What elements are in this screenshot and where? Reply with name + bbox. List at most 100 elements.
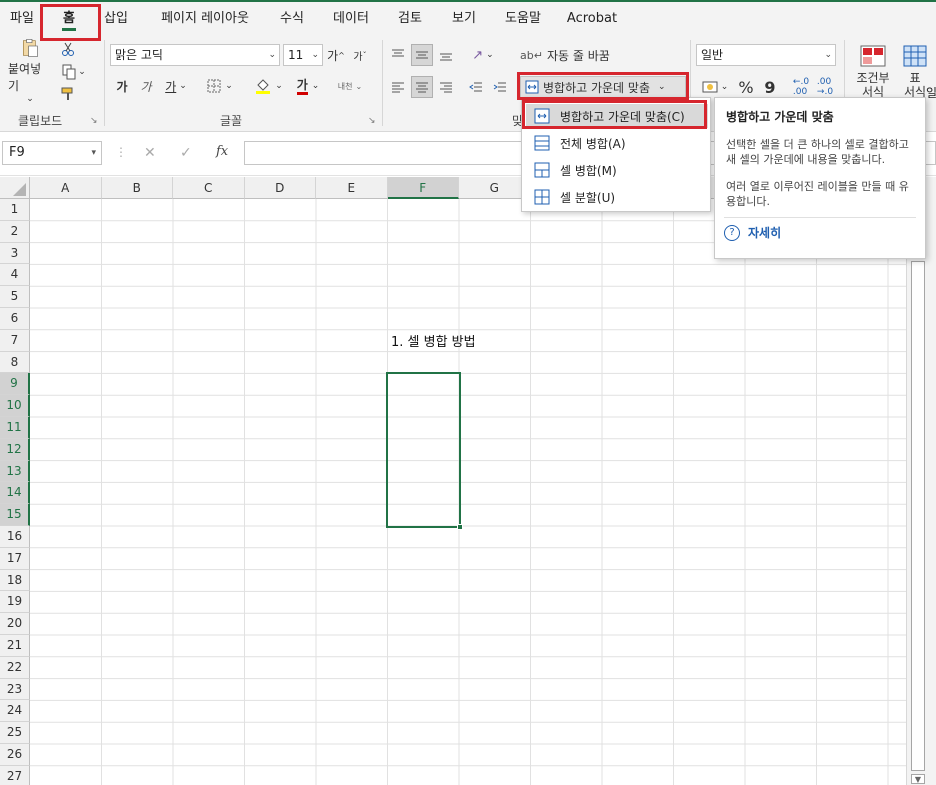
- align-middle-icon[interactable]: [411, 44, 433, 66]
- row-header-3[interactable]: 3: [0, 242, 30, 265]
- row-header-27[interactable]: 27: [0, 765, 30, 785]
- align-left-icon[interactable]: [388, 76, 408, 98]
- row-header-9[interactable]: 9: [0, 373, 30, 396]
- row-header-16[interactable]: 16: [0, 526, 30, 548]
- row-header-14[interactable]: 14: [0, 482, 30, 505]
- row-header-24[interactable]: 24: [0, 700, 30, 723]
- row-header-23[interactable]: 23: [0, 678, 30, 701]
- formula-bar-grip-icon: ⋮: [115, 145, 127, 159]
- menu-item-merge-cells[interactable]: 셀 병합(M): [526, 158, 708, 182]
- row-header-6[interactable]: 6: [0, 308, 30, 330]
- merge-center-button[interactable]: 병합하고 가운데 맞춤 ⌄: [520, 76, 686, 98]
- align-center-icon[interactable]: [411, 76, 433, 98]
- column-header-g[interactable]: G: [459, 177, 531, 199]
- scroll-down-icon[interactable]: ▼: [911, 774, 925, 784]
- comma-style-button[interactable]: 9: [760, 76, 780, 98]
- row-header-15[interactable]: 15: [0, 504, 30, 526]
- cut-icon[interactable]: [58, 40, 78, 58]
- borders-button[interactable]: ⌄: [202, 74, 238, 98]
- tab-formulas[interactable]: 수식: [272, 8, 312, 30]
- column-header-c[interactable]: C: [173, 177, 245, 199]
- tab-data[interactable]: 데이터: [326, 8, 376, 30]
- tooltip-more-link[interactable]: ? 자세히: [724, 217, 916, 241]
- vertical-scrollbar[interactable]: ▼: [906, 177, 936, 785]
- row-header-20[interactable]: 20: [0, 613, 30, 635]
- cancel-icon[interactable]: ✕: [144, 145, 156, 161]
- merge-center-label: 병합하고 가운데 맞춤: [543, 80, 650, 95]
- bold-button[interactable]: 가: [112, 74, 132, 98]
- font-launcher-icon[interactable]: ↘: [368, 116, 376, 126]
- row-header-10[interactable]: 10: [0, 395, 30, 417]
- align-top-icon[interactable]: [388, 44, 408, 66]
- font-color-button[interactable]: 가 ⌄: [290, 74, 326, 98]
- cell-f7[interactable]: 1. 셀 병합 방법: [391, 331, 476, 350]
- underline-button[interactable]: 가 ⌄: [160, 74, 192, 98]
- row-header-18[interactable]: 18: [0, 569, 30, 592]
- tab-insert[interactable]: 삽입: [98, 8, 134, 30]
- row-header-13[interactable]: 13: [0, 460, 30, 483]
- decrease-decimal-icon[interactable]: .00 →.0: [814, 76, 836, 98]
- column-header-e[interactable]: E: [316, 177, 388, 199]
- column-header-b[interactable]: B: [101, 177, 173, 199]
- column-header-f[interactable]: F: [387, 177, 459, 199]
- tab-review[interactable]: 검토: [390, 8, 430, 30]
- select-all-button[interactable]: [0, 177, 30, 199]
- row-header-11[interactable]: 11: [0, 417, 30, 439]
- row-header-8[interactable]: 8: [0, 351, 30, 374]
- row-header-21[interactable]: 21: [0, 635, 30, 657]
- menu-item-merge-across[interactable]: 전체 병합(A): [526, 131, 708, 155]
- fill-handle[interactable]: [457, 524, 463, 530]
- align-bottom-icon[interactable]: [436, 44, 456, 66]
- worksheet-grid[interactable]: ABCDEFGHIJKLM 12345678910111213141516171…: [0, 177, 936, 785]
- clipboard-launcher-icon[interactable]: ↘: [90, 116, 98, 126]
- row-header-7[interactable]: 7: [0, 329, 30, 352]
- format-painter-icon[interactable]: [58, 84, 78, 104]
- percent-button[interactable]: %: [736, 76, 756, 98]
- column-header-d[interactable]: D: [244, 177, 316, 199]
- number-format-value: 일반: [701, 48, 724, 62]
- selection-range[interactable]: [386, 372, 461, 528]
- row-header-1[interactable]: 1: [0, 199, 30, 221]
- fill-color-button[interactable]: ⌄: [250, 74, 288, 98]
- shrink-font-button[interactable]: 가ˇ: [350, 44, 370, 66]
- increase-indent-icon[interactable]: [490, 76, 510, 98]
- name-box[interactable]: F9 ▾: [2, 141, 102, 165]
- column-header-a[interactable]: A: [30, 177, 102, 199]
- chevron-down-icon: ⌄: [824, 50, 832, 60]
- accounting-format-button[interactable]: ⌄: [698, 76, 732, 98]
- tab-view[interactable]: 보기: [444, 8, 484, 30]
- row-header-22[interactable]: 22: [0, 656, 30, 679]
- row-header-26[interactable]: 26: [0, 744, 30, 766]
- grow-font-button[interactable]: 가 ^: [326, 44, 346, 66]
- italic-button[interactable]: 가: [136, 74, 156, 98]
- row-header-5[interactable]: 5: [0, 286, 30, 308]
- row-header-25[interactable]: 25: [0, 722, 30, 744]
- row-header-4[interactable]: 4: [0, 264, 30, 287]
- copy-icon[interactable]: ⌄: [58, 62, 90, 82]
- align-right-icon[interactable]: [436, 76, 456, 98]
- font-name-select[interactable]: 맑은 고딕 ⌄: [110, 44, 280, 66]
- orientation-button[interactable]: ↗ ⌄: [466, 44, 500, 66]
- tab-acrobat[interactable]: Acrobat: [562, 8, 622, 30]
- phonetic-guide-button[interactable]: 내천 ⌄: [330, 74, 370, 98]
- row-header-12[interactable]: 12: [0, 438, 30, 461]
- number-format-select[interactable]: 일반 ⌄: [696, 44, 836, 66]
- enter-icon[interactable]: ✓: [180, 145, 192, 161]
- decrease-indent-icon[interactable]: [466, 76, 486, 98]
- tab-file[interactable]: 파일: [6, 8, 38, 30]
- tab-home[interactable]: 홈: [54, 8, 84, 30]
- increase-decimal-icon[interactable]: ←.0.00: [790, 76, 812, 98]
- insert-function-icon[interactable]: fx: [216, 144, 228, 159]
- font-size-select[interactable]: 11 ⌄: [283, 44, 323, 66]
- tab-page-layout[interactable]: 페이지 레이아웃: [150, 8, 260, 30]
- tab-help[interactable]: 도움말: [498, 8, 548, 30]
- conditional-formatting-button[interactable]: 조건부 서식: [850, 40, 896, 104]
- paste-button[interactable]: 붙여넣기 ⌄: [8, 38, 52, 104]
- menu-item-merge-center[interactable]: 병합하고 가운데 맞춤(C): [526, 104, 708, 128]
- menu-item-unmerge-cells[interactable]: 셀 분할(U): [526, 185, 708, 209]
- scrollbar-thumb[interactable]: [911, 261, 925, 771]
- wrap-text-button[interactable]: ab↵ 자동 줄 바꿈: [520, 44, 620, 66]
- row-header-19[interactable]: 19: [0, 591, 30, 614]
- row-header-2[interactable]: 2: [0, 220, 30, 243]
- row-header-17[interactable]: 17: [0, 547, 30, 570]
